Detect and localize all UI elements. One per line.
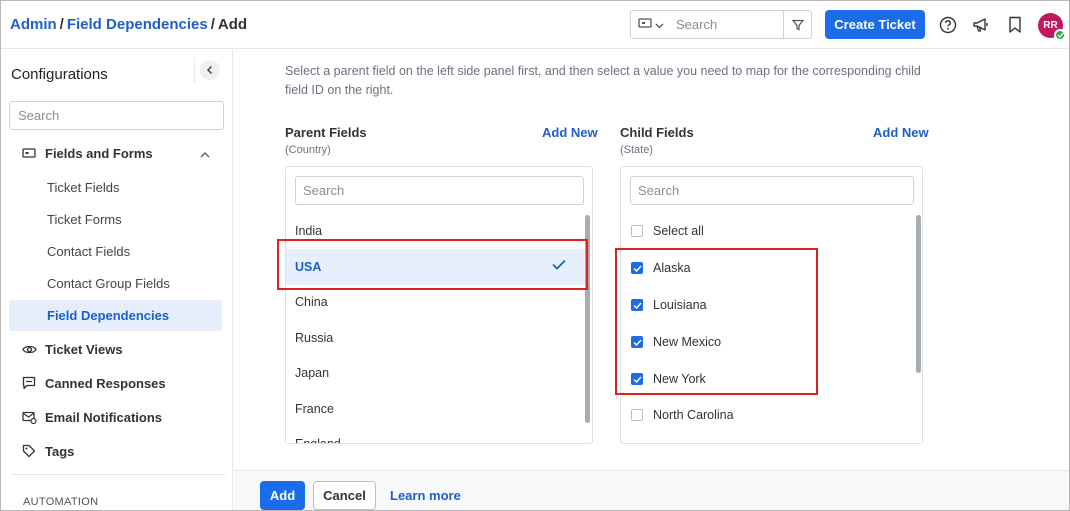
list-item[interactable]: Russia (286, 320, 586, 356)
breadcrumb-admin[interactable]: Admin (10, 16, 57, 33)
sidebar-item-ticket-fields[interactable]: Ticket Fields (9, 172, 222, 203)
checkbox-checked[interactable] (631, 336, 643, 348)
bookmark-icon[interactable] (1004, 14, 1026, 36)
sidebar-item-contact-group-fields[interactable]: Contact Group Fields (9, 268, 222, 299)
sidebar-group-label: Email Notifications (45, 409, 163, 425)
eye-icon (21, 341, 37, 357)
child-list-scrollbar[interactable] (916, 215, 921, 373)
select-all-row[interactable]: Select all (621, 213, 911, 249)
list-item[interactable]: New York (621, 361, 911, 397)
parent-fields-subtitle: (Country) (285, 144, 331, 156)
sidebar-item-contact-fields[interactable]: Contact Fields (9, 236, 222, 267)
parent-search-input[interactable]: Search (295, 176, 584, 205)
select-all-label: Select all (653, 224, 704, 238)
sidebar-group-fields-and-forms[interactable]: Fields and Forms (1, 138, 233, 168)
child-search-input[interactable]: Search (630, 176, 914, 205)
sidebar-group-email-notifications[interactable]: Email Notifications (1, 402, 233, 432)
checkbox-unchecked[interactable] (631, 409, 643, 421)
list-item[interactable]: Japan (286, 355, 586, 391)
list-item-label: USA (295, 260, 322, 274)
list-item[interactable]: England (286, 426, 586, 443)
search-mode-dropdown[interactable] (631, 11, 671, 38)
sidebar-title: Configurations (11, 66, 108, 83)
learn-more-link[interactable]: Learn more (390, 488, 461, 503)
parent-fields-title: Parent Fields (285, 125, 367, 140)
ticket-icon (638, 16, 652, 34)
email-settings-icon (21, 409, 37, 425)
list-item-label: North Carolina (653, 408, 734, 422)
create-ticket-button[interactable]: Create Ticket (825, 10, 925, 39)
sidebar: Configurations Search Fields and Forms T… (1, 50, 233, 510)
sidebar-group-label: Canned Responses (45, 375, 166, 391)
list-item[interactable]: New Mexico (621, 324, 911, 360)
instructions-text: Select a parent field on the left side p… (285, 64, 921, 97)
chevron-up-icon (200, 146, 210, 161)
list-item[interactable]: China (286, 284, 586, 320)
breadcrumb-field-dependencies[interactable]: Field Dependencies (67, 16, 208, 33)
chevron-left-icon (199, 60, 220, 80)
list-item-label: Louisiana (653, 298, 707, 312)
sidebar-section-automation: AUTOMATION (23, 496, 99, 508)
parent-add-new-link[interactable]: Add New (542, 125, 598, 140)
sidebar-group-tags[interactable]: Tags (1, 436, 233, 466)
filter-icon[interactable] (783, 11, 811, 38)
child-fields-subtitle: (State) (620, 144, 654, 156)
list-item-label: Alaska (653, 261, 691, 275)
checkbox-checked[interactable] (631, 373, 643, 385)
tag-icon (21, 443, 37, 459)
sidebar-divider (11, 474, 226, 475)
online-status-icon (1054, 29, 1066, 41)
app-window: Admin / Field Dependencies / Add Search Crea… (0, 0, 1070, 511)
sidebar-group-label: Tags (45, 443, 75, 459)
avatar[interactable]: RR (1038, 13, 1066, 41)
announcement-icon[interactable] (970, 14, 992, 36)
list-item[interactable]: France (286, 391, 586, 427)
chevron-down-icon (655, 16, 664, 34)
list-item-label: New York (653, 372, 706, 386)
breadcrumb-separator: / (59, 16, 64, 33)
checkmark-icon (552, 259, 566, 273)
child-fields-list: Select all Alaska Louisiana New Mexico N… (621, 213, 922, 443)
add-button[interactable]: Add (260, 481, 305, 510)
chat-icon (21, 375, 37, 391)
search-input[interactable]: Search (676, 17, 717, 32)
footer-actions: Add Cancel Learn more (234, 470, 1069, 510)
parent-fields-panel: Search India USA China Russia Japan Fran… (285, 166, 593, 444)
main-content: Select a parent field on the left side p… (234, 50, 1069, 470)
parent-list-scrollbar[interactable] (585, 215, 590, 423)
child-fields-title: Child Fields (620, 125, 694, 140)
list-item[interactable]: North Carolina (621, 397, 911, 433)
child-fields-panel: Search Select all Alaska Louisiana New M… (620, 166, 923, 444)
breadcrumb-current: Add (217, 16, 248, 33)
parent-fields-list: India USA China Russia Japan France Engl… (286, 213, 592, 443)
child-add-new-link[interactable]: Add New (873, 125, 929, 140)
checkbox-checked[interactable] (631, 299, 643, 311)
sidebar-search-input[interactable]: Search (9, 101, 224, 130)
help-icon[interactable] (937, 14, 959, 36)
list-item-selected[interactable]: USA (286, 249, 586, 285)
list-item-label: New Mexico (653, 335, 722, 349)
list-item[interactable]: Alaska (621, 250, 911, 286)
list-item[interactable]: Louisiana (621, 287, 911, 323)
sidebar-group-canned-responses[interactable]: Canned Responses (1, 368, 233, 398)
select-all-checkbox[interactable] (631, 225, 643, 237)
breadcrumb-separator: / (210, 16, 215, 33)
form-icon (21, 145, 37, 161)
collapse-sidebar-button[interactable] (194, 57, 224, 83)
top-bar: Admin / Field Dependencies / Add Search Crea… (1, 1, 1069, 49)
sidebar-item-ticket-forms[interactable]: Ticket Forms (9, 204, 222, 235)
list-item[interactable]: India (286, 213, 586, 249)
sidebar-group-ticket-views[interactable]: Ticket Views (1, 334, 233, 364)
global-search[interactable]: Search (630, 10, 812, 39)
sidebar-group-label: Ticket Views (45, 341, 123, 357)
sidebar-item-field-dependencies[interactable]: Field Dependencies (9, 300, 222, 331)
checkbox-checked[interactable] (631, 262, 643, 274)
cancel-button[interactable]: Cancel (313, 481, 376, 510)
breadcrumb: Admin / Field Dependencies / Add (10, 16, 247, 33)
sidebar-group-label: Fields and Forms (45, 145, 153, 161)
